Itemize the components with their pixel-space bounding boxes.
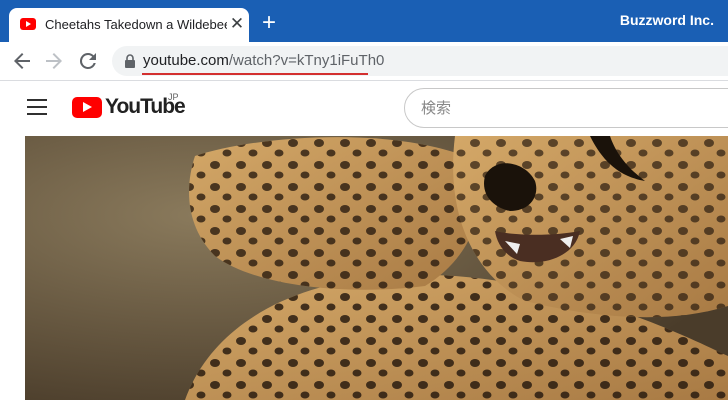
browser-tab-active[interactable]: Cheetahs Takedown a Wildebeest ✕ <box>9 8 249 42</box>
browser-toolbar: youtube.com/watch?v=kTny1iFuTh0 <box>0 42 728 81</box>
menu-icon[interactable] <box>27 99 47 115</box>
tab-title: Cheetahs Takedown a Wildebeest <box>45 17 227 32</box>
video-player[interactable] <box>25 136 728 400</box>
youtube-masthead: YouTube JP <box>0 81 728 136</box>
browser-titlebar: Cheetahs Takedown a Wildebeest ✕ + Buzzw… <box>0 0 728 42</box>
country-code: JP <box>168 92 179 102</box>
profile-name: Buzzword Inc. <box>619 12 714 28</box>
url-text[interactable]: youtube.com/watch?v=kTny1iFuTh0 <box>143 52 384 69</box>
reload-icon[interactable] <box>76 49 100 73</box>
youtube-play-icon <box>72 97 102 118</box>
search-box[interactable] <box>404 88 728 128</box>
tab-close-icon[interactable]: ✕ <box>227 14 247 34</box>
back-arrow-icon[interactable] <box>10 49 34 73</box>
url-host: youtube.com <box>143 52 229 69</box>
search-input[interactable] <box>419 97 723 119</box>
url-path: /watch?v=kTny1iFuTh0 <box>228 52 385 69</box>
new-tab-button[interactable]: + <box>258 11 280 35</box>
youtube-favicon-icon <box>20 18 36 30</box>
lock-icon[interactable] <box>124 54 136 68</box>
cheetah-video-frame <box>25 136 728 400</box>
forward-arrow-icon[interactable] <box>42 49 66 73</box>
url-highlight-underline <box>142 73 368 75</box>
address-bar[interactable]: youtube.com/watch?v=kTny1iFuTh0 <box>112 46 728 76</box>
